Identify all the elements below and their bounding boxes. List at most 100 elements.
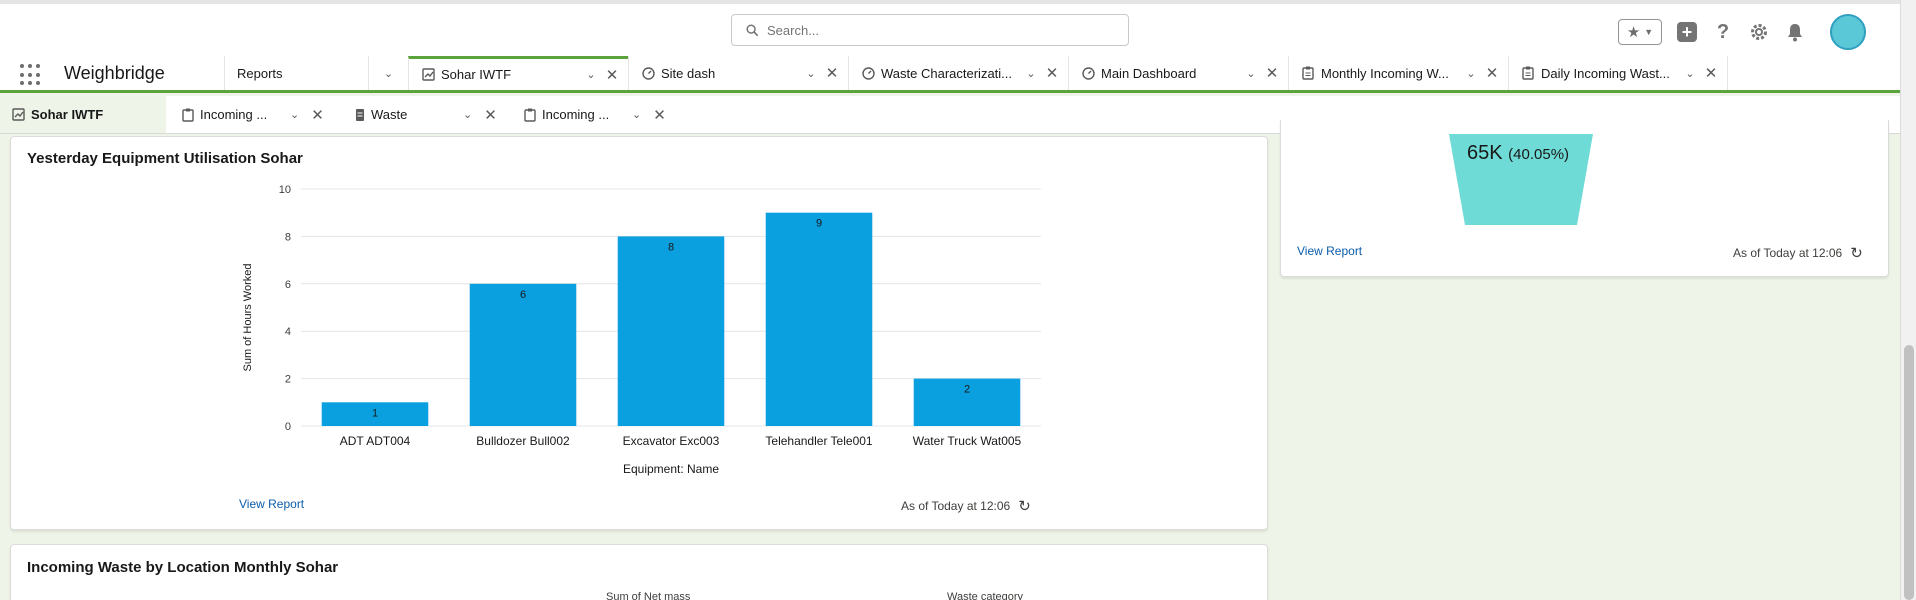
y-tick-label: 2 (285, 374, 291, 386)
card-title: Incoming Waste by Location Monthly Sohar (27, 559, 339, 576)
chevron-down-icon[interactable]: ⌄ (584, 68, 598, 81)
nav-tab-waste-characterization[interactable]: Waste Characterizati... ⌄ ✕ (848, 56, 1068, 90)
report-icon (1301, 66, 1315, 80)
report-icon (1521, 66, 1535, 80)
subtab-waste[interactable]: Waste ⌄ ✕ (343, 96, 513, 133)
setup-button[interactable] (1748, 21, 1770, 43)
chevron-down-icon[interactable]: ⌄ (1024, 67, 1038, 80)
y-tick-label: 6 (285, 279, 291, 291)
close-icon[interactable]: ✕ (653, 106, 666, 124)
x-tick-label: ADT ADT004 (340, 434, 411, 448)
refresh-icon[interactable]: ↻ (1850, 244, 1863, 262)
chevron-down-icon[interactable]: ⌄ (1683, 67, 1697, 80)
funnel-chart-card: 65K (40.05%) View Report As of Today at … (1280, 120, 1889, 277)
chevron-down-icon: ⌄ (383, 67, 394, 80)
chevron-down-icon[interactable]: ⌄ (1464, 67, 1478, 80)
equipment-utilisation-card: Yesterday Equipment Utilisation Sohar 02… (10, 136, 1268, 530)
app-launcher-icon[interactable] (20, 64, 42, 86)
nav-tab-reports-menu[interactable]: ⌄ (368, 56, 408, 90)
bar-data-label: 2 (964, 384, 970, 396)
subtab-sohar-iwtf[interactable]: Sohar IWTF (0, 96, 166, 133)
chevron-down-icon[interactable]: ⌄ (804, 67, 818, 80)
global-header: Search... ★ ▼ + ? (0, 0, 1900, 56)
nav-tab-label: Monthly Incoming W... (1321, 65, 1449, 81)
close-icon[interactable]: ✕ (1264, 64, 1280, 82)
global-actions-button[interactable]: + (1676, 21, 1698, 43)
nav-tab-label: Sohar IWTF (441, 67, 512, 82)
app-navigation-bar: Weighbridge Reports ⌄ Sohar IWTF ⌄ ✕ Sit… (0, 56, 1900, 93)
subtab-label: Waste (371, 107, 408, 122)
close-icon[interactable]: ✕ (824, 64, 840, 82)
nav-tab-label: Waste Characterizati... (881, 65, 1013, 81)
chevron-down-icon[interactable]: ⌄ (1244, 67, 1258, 80)
user-avatar[interactable] (1830, 14, 1866, 50)
subtab-incoming-2[interactable]: Incoming ... ⌄ ✕ (512, 96, 682, 133)
bell-icon (1788, 24, 1802, 42)
close-icon[interactable]: ✕ (1044, 64, 1060, 82)
funnel-value: 65K (1467, 142, 1503, 164)
view-report-link[interactable]: View Report (239, 497, 304, 511)
y-tick-label: 8 (285, 231, 291, 243)
funnel-value-label: 65K (40.05%) (1467, 142, 1569, 165)
x-tick-label: Excavator Exc003 (623, 434, 720, 448)
setup-gear-icon (1751, 24, 1767, 40)
nav-tab-label: Main Dashboard (1101, 65, 1197, 81)
chevron-down-icon[interactable]: ⌄ (632, 108, 641, 121)
as-of-text: As of Today at 12:06 (1733, 246, 1843, 260)
subtab-label: Incoming ... (200, 107, 268, 122)
favorites-button[interactable]: ★ ▼ (1618, 19, 1662, 45)
gauge-icon (641, 66, 655, 80)
add-icon: + (1677, 22, 1697, 42)
bar-data-label: 1 (372, 407, 378, 419)
close-icon[interactable]: ✕ (1703, 64, 1719, 82)
y-tick-label: 10 (279, 184, 291, 196)
subtab-incoming-1[interactable]: Incoming ... ⌄ ✕ (170, 96, 340, 133)
nav-tab-main-dashboard[interactable]: Main Dashboard ⌄ ✕ (1068, 56, 1288, 90)
report-icon (524, 108, 536, 122)
chevron-down-icon[interactable]: ⌄ (463, 108, 472, 121)
help-button[interactable]: ? (1712, 21, 1734, 43)
favorites-star-icon: ★ (1626, 24, 1641, 41)
report-icon (182, 108, 194, 122)
page-scrollbar[interactable] (1900, 0, 1916, 600)
scrollbar-thumb[interactable] (1904, 345, 1914, 600)
as-of-text: As of Today at 12:06 (901, 499, 1011, 513)
chevron-down-icon[interactable]: ⌄ (290, 108, 299, 121)
y-tick-label: 4 (285, 326, 291, 338)
view-report-link[interactable]: View Report (1297, 244, 1362, 258)
search-placeholder: Search... (767, 22, 820, 38)
nav-tab-sohar-iwtf[interactable]: Sohar IWTF ⌄ ✕ (408, 56, 628, 90)
gauge-icon (1081, 66, 1095, 80)
bar-data-label: 8 (668, 241, 674, 253)
global-search-input[interactable]: Search... (731, 14, 1129, 46)
search-icon (746, 23, 759, 36)
help-icon: ? (1716, 20, 1730, 43)
x-tick-label: Telehandler Tele001 (765, 434, 873, 448)
nav-tab-daily-incoming[interactable]: Daily Incoming Wast... ⌄ ✕ (1508, 56, 1728, 90)
as-of-timestamp: As of Today at 12:06 ↻ (901, 497, 1031, 515)
nav-tab-label: Daily Incoming Wast... (1541, 65, 1670, 81)
nav-tab-site-dash[interactable]: Site dash ⌄ ✕ (628, 56, 848, 90)
bar-chart: 0 2 4 6 8 10 1 ADT ADT004 6 Bulldozer Bull002 8 Exc… (242, 184, 1041, 476)
bar[interactable] (765, 212, 873, 426)
bar[interactable] (469, 283, 577, 426)
refresh-icon[interactable]: ↻ (1018, 497, 1031, 515)
bar[interactable] (617, 236, 725, 426)
chevron-down-icon: ▼ (1644, 27, 1654, 37)
notifications-button[interactable] (1784, 21, 1806, 43)
record-icon (355, 108, 365, 122)
bar-data-label: 6 (520, 289, 526, 301)
app-name: Weighbridge (64, 63, 165, 83)
nav-tab-label: Site dash (661, 65, 716, 81)
nav-tab-monthly-incoming[interactable]: Monthly Incoming W... ⌄ ✕ (1288, 56, 1508, 90)
gauge-icon (861, 66, 875, 80)
close-icon[interactable]: ✕ (484, 106, 497, 124)
subtab-label: Incoming ... (542, 107, 610, 122)
as-of-timestamp: As of Today at 12:06 ↻ (1733, 244, 1863, 262)
dashboard-icon (12, 108, 25, 121)
funnel-percent: (40.05%) (1508, 146, 1570, 163)
column-header-waste-category: Waste category (947, 591, 1024, 600)
close-icon[interactable]: ✕ (604, 66, 620, 84)
close-icon[interactable]: ✕ (1484, 64, 1500, 82)
close-icon[interactable]: ✕ (311, 106, 324, 124)
